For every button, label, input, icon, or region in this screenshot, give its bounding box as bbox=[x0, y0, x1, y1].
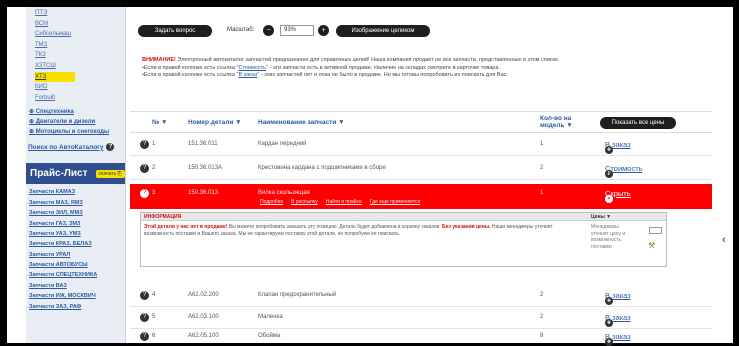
table-row: ? 5 А62.03.100 Маленка 2 ✚ В заказ bbox=[130, 308, 712, 329]
zoom-in-icon[interactable]: + bbox=[318, 25, 329, 36]
info-side-note: Менеджеры уточнят цену и возможность пос… bbox=[591, 224, 626, 250]
right-margin: ‹ bbox=[712, 7, 733, 343]
price-item[interactable]: Запчасти КРАЗ, БЕЛАЗ bbox=[29, 239, 125, 249]
table-row-selected: ? 3 150.36.013 Вилка скользящая 1 ✕ Скрыт… bbox=[130, 184, 712, 209]
question-icon[interactable]: ? bbox=[140, 164, 149, 173]
cart-icon: ✚ bbox=[605, 319, 613, 327]
price-item[interactable]: Запчасти ГАЗ, ЗМЗ bbox=[29, 219, 125, 229]
info-panel: ИНФОРМАЦИЯ Цены ▼ Этой детали у нас нет … bbox=[140, 212, 667, 267]
order-action[interactable]: ✚ В заказ bbox=[605, 291, 631, 305]
bracket-mark: ‹ bbox=[722, 234, 726, 246]
price-list: Запчасти КАМАЗ Запчасти МАЗ, ЯМЗ Запчаст… bbox=[26, 184, 125, 312]
model-item[interactable]: ТКЗ bbox=[35, 50, 125, 61]
notice-text: ВНИМАНИЕ! Электронный автокаталог запчас… bbox=[142, 57, 560, 78]
close-icon: ✕ bbox=[605, 195, 613, 203]
price-item[interactable]: Запчасти МАЗ, ЯМЗ bbox=[29, 198, 125, 208]
col-part-name[interactable]: Наименование запчасти ▼ bbox=[258, 119, 345, 126]
zoom-out-icon[interactable]: − bbox=[263, 25, 274, 36]
order-action[interactable]: ✚ В заказ bbox=[605, 313, 631, 327]
price-item[interactable]: Запчасти КАМАЗ bbox=[29, 187, 125, 197]
info-header: ИНФОРМАЦИЯ Цены ▼ bbox=[141, 213, 666, 221]
model-item[interactable]: ХЗТСШ bbox=[35, 61, 125, 72]
price-icon: ₽ bbox=[605, 170, 613, 178]
where-used-link[interactable]: Где еще применяется bbox=[370, 199, 421, 205]
table-row: ? 4 А62.02.200 Клапан предохранительный … bbox=[130, 286, 712, 307]
order-link[interactable]: В заказ bbox=[238, 72, 257, 78]
category-link[interactable]: ⊕ Спецтехника bbox=[26, 107, 125, 117]
question-icon[interactable]: ? bbox=[140, 332, 149, 341]
quantity-input[interactable] bbox=[649, 227, 662, 234]
price-link[interactable]: Стоимость bbox=[238, 65, 266, 71]
price-item[interactable]: Запчасти ВАЗ bbox=[29, 281, 125, 291]
price-item[interactable]: Запчасти УРАЛ bbox=[29, 250, 125, 260]
sidebar: ПТЭ ВСМ Сибсельмаш ТМ3 ТКЗ ХЗТСШ ХТЗ КИО… bbox=[26, 7, 126, 343]
price-item[interactable]: Запчасти АВТОБУСЫ bbox=[29, 260, 125, 270]
main-content: Задать вопрос Масштаб: − 93% + Изображен… bbox=[130, 7, 712, 346]
zoom-input[interactable]: 93% bbox=[280, 25, 314, 36]
catalog-search-link[interactable]: Поиск по АвтоКаталогу ? bbox=[26, 143, 125, 152]
order-action[interactable]: ✚ В заказ bbox=[605, 140, 631, 154]
price-list-title: Прайс-Лист bbox=[30, 168, 88, 180]
zoom-label: Масштаб: bbox=[227, 27, 255, 33]
question-icon: ? bbox=[106, 143, 115, 152]
model-item[interactable]: Сибсельмаш bbox=[35, 29, 125, 40]
ask-question-button[interactable]: Задать вопрос bbox=[138, 25, 212, 37]
model-list: ПТЭ ВСМ Сибсельмаш ТМ3 ТКЗ ХЗТСШ ХТЗ КИО… bbox=[26, 7, 125, 103]
model-item[interactable]: КИО bbox=[35, 82, 125, 93]
hide-action[interactable]: ✕ Скрыть bbox=[605, 189, 631, 203]
col-part-number[interactable]: Номер детали ▼ bbox=[188, 119, 242, 126]
question-icon[interactable]: ? bbox=[140, 313, 149, 322]
cart-icon: ✚ bbox=[605, 297, 613, 305]
question-icon[interactable]: ? bbox=[140, 189, 149, 198]
price-item[interactable]: Запчасти ИЖ, МОСКВИЧ bbox=[29, 291, 125, 301]
category-link[interactable]: ⊕ Мотоциклы и снегоходы bbox=[26, 127, 125, 137]
table-row: ? 6 А62.05.100 Обойма 8 ✚ В заказ bbox=[130, 327, 712, 346]
table-header: № ▼ Номер детали ▼ Наименование запчасти… bbox=[130, 111, 712, 133]
model-item[interactable]: ВСМ bbox=[35, 19, 125, 30]
table-row: ? 2 150.36.013А Крестовина кардана с под… bbox=[130, 159, 712, 180]
price-action[interactable]: ₽ Стоимость bbox=[605, 164, 643, 178]
model-item[interactable]: Forbuilt bbox=[35, 93, 125, 104]
col-number[interactable]: № ▼ bbox=[152, 119, 168, 126]
show-all-prices-button[interactable]: Показать все цены bbox=[600, 117, 676, 129]
cart-icon: ✚ bbox=[605, 146, 613, 154]
model-item[interactable]: ПТЭ bbox=[35, 8, 125, 19]
price-item[interactable]: Запчасти СПЕЦТЕХНИКА bbox=[29, 270, 125, 280]
row-sublinks: Подробно В рассылку Найти в прайсе Где е… bbox=[260, 199, 420, 205]
question-icon[interactable]: ? bbox=[140, 291, 149, 300]
cart-icon: ✚ bbox=[605, 338, 613, 346]
price-item[interactable]: Запчасти ЗАЗ, РАФ bbox=[29, 302, 125, 312]
find-in-price-link[interactable]: Найти в прайсе bbox=[326, 199, 362, 205]
model-item-active[interactable]: ХТЗ bbox=[35, 71, 75, 83]
info-text: Этой детали у нас нет в продаже! Вы може… bbox=[144, 224, 553, 237]
model-item[interactable]: ТМ3 bbox=[35, 40, 125, 51]
toolbar: Задать вопрос Масштаб: − 93% + Изображен… bbox=[130, 24, 712, 38]
mailing-link[interactable]: В рассылку bbox=[291, 199, 318, 205]
category-link[interactable]: ⊕ Двигатели и дизели bbox=[26, 117, 125, 127]
add-to-cart-icon[interactable]: ⚒ bbox=[648, 241, 655, 250]
question-icon[interactable]: ? bbox=[140, 140, 149, 149]
full-image-button[interactable]: Изображение целиком bbox=[336, 25, 430, 37]
col-quantity[interactable]: Кол-во на модель ▼ bbox=[540, 115, 585, 129]
price-item[interactable]: Запчасти ЗИЛ, ММЗ bbox=[29, 208, 125, 218]
details-link[interactable]: Подробно bbox=[260, 199, 283, 205]
order-action[interactable]: ✚ В заказ bbox=[605, 332, 631, 346]
price-list-header: Прайс-Лист скачать ⎘ bbox=[26, 163, 125, 185]
price-item[interactable]: Запчасти УАЗ, УМЗ bbox=[29, 229, 125, 239]
download-button[interactable]: скачать ⎘ bbox=[95, 169, 125, 178]
table-row: ? 1 151.36.011 Кардан передний 1 ✚ В зака… bbox=[130, 135, 712, 156]
